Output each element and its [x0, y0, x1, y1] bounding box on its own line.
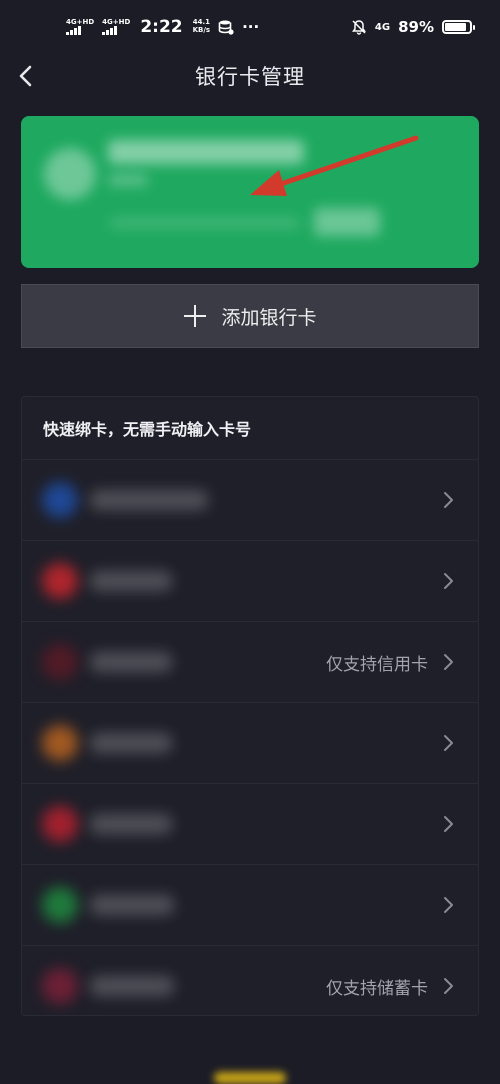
bank-name-blurred — [90, 490, 208, 510]
signal-bars-icon — [102, 26, 118, 35]
nav-header: 银行卡管理 — [0, 54, 500, 98]
signal-label-1: 4G+HD — [66, 18, 95, 26]
bank-list-item[interactable] — [22, 784, 478, 865]
bank-card-logo-blurred — [44, 148, 96, 200]
plus-icon — [183, 304, 207, 328]
quick-bind-title: 快速绑卡，无需手动输入卡号 — [22, 397, 478, 460]
chevron-right-icon — [444, 978, 453, 994]
bank-card-tail-blurred — [314, 208, 380, 236]
bank-list-item[interactable] — [22, 865, 478, 946]
bank-name-blurred — [90, 814, 172, 834]
more-notifications-icon: ··· — [242, 18, 260, 36]
bank-list-item[interactable] — [22, 460, 478, 541]
bank-list-item[interactable] — [22, 541, 478, 622]
chevron-right-icon — [444, 816, 453, 832]
quick-bind-panel: 快速绑卡，无需手动输入卡号 仅支持信用卡 仅支持储蓄卡 — [21, 396, 479, 1016]
battery-percent: 89% — [398, 18, 434, 36]
chevron-left-icon — [19, 65, 32, 87]
bank-logo-icon — [42, 725, 78, 761]
database-icon — [218, 20, 234, 35]
bank-logo-icon — [42, 563, 78, 599]
screen: 4G+HD 4G+HD 2:22 44.1 KB/s ··· 4G 89% 银行… — [0, 0, 500, 1084]
chevron-right-icon — [444, 654, 453, 670]
bottom-button-blurred — [214, 1072, 286, 1084]
bank-list-item[interactable] — [22, 703, 478, 784]
quick-bind-list: 仅支持信用卡 仅支持储蓄卡 — [22, 460, 478, 1026]
bank-list-item[interactable]: 仅支持储蓄卡 — [22, 946, 478, 1026]
bank-logo-icon — [42, 887, 78, 923]
bank-logo-icon — [42, 482, 78, 518]
signal-bars-icon — [66, 26, 81, 35]
status-left: 4G+HD 4G+HD 2:22 44.1 KB/s ··· — [66, 17, 259, 37]
bank-card-type-blurred — [108, 174, 148, 186]
bank-support-note: 仅支持储蓄卡 — [326, 979, 428, 999]
battery-fill — [445, 23, 467, 31]
network-speed-unit: KB/s — [192, 26, 211, 34]
status-right: 4G 89% — [351, 18, 475, 36]
bank-name-blurred — [90, 571, 172, 591]
bank-name-blurred — [90, 652, 172, 672]
bank-card-number-blurred — [110, 218, 300, 228]
signal-label-2: 4G+HD — [102, 18, 131, 26]
bank-card[interactable] — [21, 116, 479, 268]
bank-name-blurred — [90, 895, 174, 915]
bell-off-icon — [351, 20, 366, 35]
clock: 2:22 — [140, 17, 183, 37]
chevron-right-icon — [444, 735, 453, 751]
add-bank-card-button[interactable]: 添加银行卡 — [21, 284, 479, 348]
bank-list-item[interactable]: 仅支持信用卡 — [22, 622, 478, 703]
bank-name-blurred — [90, 976, 174, 996]
bank-logo-icon — [42, 644, 78, 680]
bank-logo-icon — [42, 968, 78, 1004]
chevron-right-icon — [444, 492, 453, 508]
network-speed: 44.1 KB/s — [193, 19, 210, 34]
add-bank-card-label: 添加银行卡 — [221, 306, 317, 329]
chevron-right-icon — [444, 573, 453, 589]
bank-name-blurred — [90, 733, 172, 753]
chevron-right-icon — [444, 897, 453, 913]
bank-logo-icon — [42, 806, 78, 842]
status-bar: 4G+HD 4G+HD 2:22 44.1 KB/s ··· 4G 89% — [0, 0, 500, 54]
battery-icon — [442, 20, 475, 34]
page-title: 银行卡管理 — [195, 65, 305, 89]
signal-indicator-2: 4G+HD — [102, 19, 130, 35]
network-type: 4G — [374, 21, 391, 33]
bank-card-name-blurred — [108, 140, 304, 164]
signal-indicator-1: 4G+HD — [66, 19, 94, 35]
bank-support-note: 仅支持信用卡 — [326, 655, 428, 675]
back-button[interactable] — [10, 60, 42, 92]
